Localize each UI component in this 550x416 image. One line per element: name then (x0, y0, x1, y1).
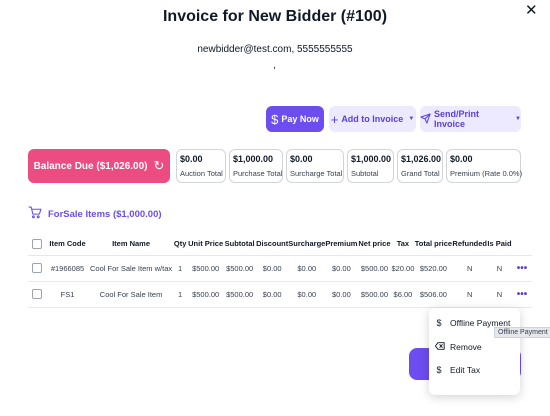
backspace-icon (434, 342, 445, 352)
cell-discount: $0.00 (256, 280, 289, 308)
section-title: ForSale Items ($1,000.00) (48, 208, 162, 220)
stat-label: Premium (Rate 0.0%) (450, 169, 523, 178)
column-header: Qty (173, 239, 187, 249)
row-actions-menu: $ Offline Payment Remove $ Edit Tax (429, 308, 520, 395)
cart-icon (28, 206, 42, 222)
stat-label: Subtotal (351, 169, 379, 178)
refresh-icon: ↻ (153, 158, 165, 173)
add-to-invoice-label: Add to Invoice (341, 114, 404, 124)
cell-net-price: $500.00 (357, 254, 392, 282)
cell-refunded: N (452, 280, 487, 308)
close-icon[interactable]: ✕ (525, 3, 538, 18)
cell-premium: $0.00 (325, 280, 358, 308)
column-header: Discount (256, 239, 289, 249)
cell-item-name: Cool For Sale Item (90, 280, 173, 308)
tooltip: Offline Payment (494, 327, 550, 338)
menu-item-edit-tax[interactable]: $ Edit Tax (435, 365, 480, 375)
column-header: Refunded (452, 239, 487, 249)
column-header: Tax (396, 239, 410, 249)
row-checkbox[interactable] (31, 263, 42, 273)
cell-total-price: $520.00 (414, 254, 453, 282)
address-line: , (273, 60, 276, 71)
stat-value: $0.00 (450, 154, 473, 164)
chevron-down-icon: ▼ (515, 116, 521, 122)
column-header: Net price (358, 239, 391, 249)
stat-label: Purchase Total (233, 169, 283, 178)
menu-item-remove[interactable]: Remove (434, 342, 482, 352)
stat-label: Surcharge Total (290, 169, 343, 178)
add-to-invoice-button[interactable]: + Add to Invoice ▼ (329, 106, 416, 132)
cell-net-price: $500.00 (357, 280, 392, 308)
stat-label: Grand Total (401, 169, 440, 178)
dollar-icon: $ (436, 365, 442, 375)
cell-unit-price: $500.00 (188, 280, 224, 308)
column-header: Is Paid (487, 239, 512, 249)
cell-is-paid: N (487, 254, 512, 282)
stat-auction-total: $0.00 Auction Total (176, 149, 226, 183)
column-header: Premium (325, 239, 358, 249)
cell-item-code: #1966085 (45, 254, 90, 282)
plus-icon: + (330, 111, 339, 127)
pay-now-label: Pay Now (281, 114, 319, 124)
stat-value: $1,026.00 (401, 154, 442, 164)
stat-value: $1,000.00 (233, 154, 274, 164)
stat-value: $0.00 (290, 154, 313, 164)
chevron-down-icon: ▼ (408, 116, 415, 122)
table-row: FS1 Cool For Sale Item 1 $500.00 $500.00… (28, 280, 532, 308)
select-all-checkbox[interactable] (31, 238, 42, 249)
cell-tax: $6.00 (391, 280, 415, 308)
table-row: #1966085 Cool For Sale Item w/tax 1 $500… (28, 254, 532, 282)
column-header: Unit Price (188, 239, 224, 249)
send-print-label: Send/Print Invoice (434, 109, 480, 129)
menu-item-label: Remove (450, 342, 482, 352)
cell-premium: $0.00 (325, 254, 358, 282)
menu-item-label: Edit Tax (450, 365, 481, 375)
balance-due-label: Balance Due ($1,026.00) (33, 160, 148, 172)
cell-total-price: $506.00 (414, 280, 453, 308)
contact-info: newbidder@test.com, 5555555555 (197, 44, 353, 55)
stat-premium: $0.00 Premium (Rate 0.0%) (446, 149, 523, 183)
items-table: Item Code Item Name Qty Unit Price Subto… (28, 233, 532, 308)
cell-refunded: N (452, 254, 487, 282)
dollar-icon: $ (436, 318, 442, 328)
column-header: Subtotal (224, 239, 255, 249)
forsale-section-header[interactable]: ForSale Items ($1,000.00) (28, 206, 162, 222)
column-header: Total price (414, 239, 453, 249)
column-header: Item Name (112, 239, 151, 249)
send-icon (420, 112, 431, 126)
cell-surcharge: $0.00 (288, 280, 326, 308)
page-title: Invoice for New Bidder (#100) (162, 8, 388, 25)
stat-surcharge-total: $0.00 Surcharge Total (286, 149, 344, 183)
stat-value: $0.00 (180, 154, 203, 164)
cell-qty: 1 (172, 254, 189, 282)
stat-grand-total: $1,026.00 Grand Total (397, 149, 443, 183)
cell-qty: 1 (172, 280, 189, 308)
stat-subtotal: $1,000.00 Subtotal (347, 149, 394, 183)
cell-subtotal: $500.00 (223, 280, 257, 308)
cell-tax: $20.00 (391, 254, 415, 282)
more-options-icon[interactable]: ••• (517, 289, 528, 300)
cell-item-code: FS1 (45, 280, 90, 308)
send-print-invoice-button[interactable]: Send/Print Invoice ▼ (420, 106, 521, 132)
more-options-icon[interactable]: ••• (517, 263, 528, 274)
table-header-row: Item Code Item Name Qty Unit Price Subto… (28, 233, 532, 255)
cell-unit-price: $500.00 (188, 254, 224, 282)
row-checkbox[interactable] (31, 289, 42, 299)
column-header: Item Code (49, 239, 86, 249)
stat-label: Auction Total (180, 169, 223, 178)
cell-surcharge: $0.00 (288, 254, 326, 282)
cell-subtotal: $500.00 (223, 254, 257, 282)
balance-due-button[interactable]: Balance Due ($1,026.00) ↻ (28, 149, 170, 183)
pay-now-button[interactable]: $ Pay Now (266, 106, 324, 132)
cell-is-paid: N (487, 280, 512, 308)
dollar-icon: $ (271, 111, 279, 127)
stat-value: $1,000.00 (351, 154, 392, 164)
column-header: Surcharge (288, 239, 326, 249)
cell-discount: $0.00 (256, 254, 289, 282)
cell-item-name: Cool For Sale Item w/tax (90, 254, 173, 282)
stat-purchase-total: $1,000.00 Purchase Total (229, 149, 283, 183)
